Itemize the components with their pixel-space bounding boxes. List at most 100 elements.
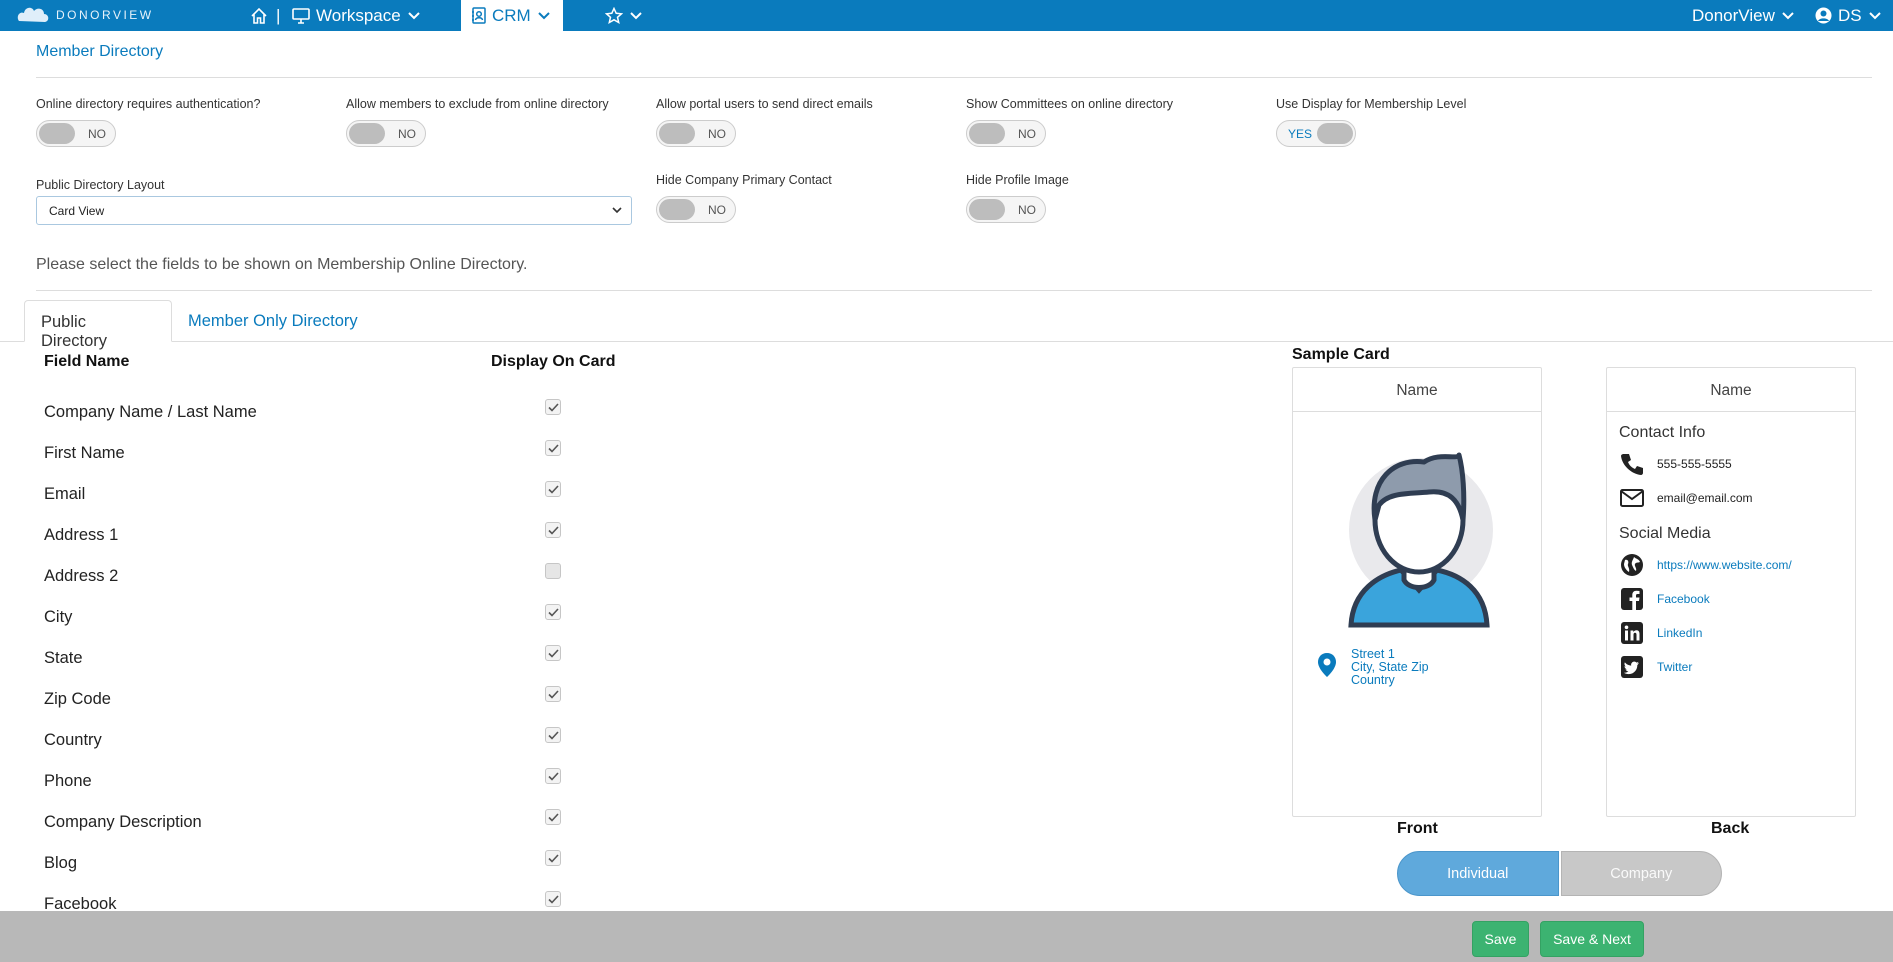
display-checkbox[interactable] [545,522,561,538]
email-item: email@email.com [1619,485,1753,511]
checkmark-icon [547,484,559,494]
field-name: Email [44,485,86,503]
display-checkbox[interactable] [545,727,561,743]
address-line-3: Country [1351,673,1395,687]
table-row: Country [44,722,584,763]
chevron-down-icon [1782,11,1794,19]
exclude-toggle[interactable]: NO [346,120,426,147]
globe-icon [1621,554,1643,576]
checkmark-icon [547,812,559,822]
display-checkbox[interactable] [545,440,561,456]
back-label: Back [1711,820,1750,837]
table-row: Address 1 [44,517,584,558]
setting-exclude: Allow members to exclude from online dir… [346,97,609,147]
linkedin-link[interactable]: LinkedIn [1657,626,1702,640]
website-link[interactable]: https://www.website.com/ [1657,558,1792,572]
twitter-link[interactable]: Twitter [1657,660,1692,674]
field-name: Blog [44,854,78,872]
emails-toggle[interactable]: NO [656,120,736,147]
envelope-icon [1620,489,1644,507]
display-checkbox[interactable] [545,768,561,784]
display-checkbox[interactable] [545,604,561,620]
company-button[interactable]: Company [1560,851,1722,896]
front-label: Front [1397,820,1438,837]
location-pin-icon [1318,653,1336,677]
card-back: Name Contact Info 555-555-5555 email@ema… [1606,367,1856,817]
facebook-link[interactable]: Facebook [1657,592,1710,606]
page-title: Member Directory [36,43,164,60]
committees-toggle[interactable]: NO [966,120,1046,147]
checkmark-icon [547,607,559,617]
divider [36,290,1872,291]
setting-label: Hide Profile Image [966,173,1069,187]
linkedin-icon [1621,622,1643,644]
user-initials: DS [1838,5,1862,25]
setting-label: Public Directory Layout [36,178,165,192]
setting-label: Hide Company Primary Contact [656,173,832,187]
table-row: Blog [44,845,584,886]
checkmark-icon [547,771,559,781]
hide-primary-toggle[interactable]: NO [656,196,736,223]
display-checkbox[interactable] [545,645,561,661]
contact-book-icon [472,7,486,24]
display-checkbox[interactable] [545,850,561,866]
layout-select-value: Card View [49,204,105,218]
logo-icon [17,7,49,23]
crm-label: CRM [492,5,531,25]
footer-bar: Save Save & Next [0,911,1893,962]
chevron-down-icon [612,207,622,214]
setting-committees: Show Committees on online directory NO [966,97,1173,147]
workspace-menu[interactable]: Workspace [292,0,421,31]
display-checkbox[interactable] [545,891,561,907]
field-name: Address 2 [44,567,119,585]
card-type-toggle: Individual Company [1397,851,1722,896]
chevron-down-icon [538,11,550,19]
save-button[interactable]: Save [1472,921,1529,957]
crm-menu[interactable]: CRM [461,0,563,31]
twitter-item: Twitter [1619,654,1692,680]
display-checkbox[interactable] [545,563,561,579]
home-nav[interactable]: | [250,0,280,31]
checkmark-icon [547,443,559,453]
individual-button[interactable]: Individual [1397,851,1559,896]
layout-select[interactable]: Card View [36,196,632,225]
phone-icon [1621,454,1643,475]
top-navbar: DONORVIEW | Workspace CRM DonorView DS [0,0,1893,31]
address-block: Street 1 City, State Zip Country [1317,648,1429,687]
checkmark-icon [547,853,559,863]
column-header-field-name: Field Name [44,353,130,370]
favorites-menu[interactable] [605,0,643,31]
tab-public-directory[interactable]: Public Directory [24,300,172,350]
display-checkbox[interactable] [545,481,561,497]
field-name: Company Name / Last Name [44,403,257,421]
display-checkbox[interactable] [545,686,561,702]
checkmark-icon [547,730,559,740]
account-menu[interactable]: DonorView [1692,0,1795,31]
table-row: City [44,599,584,640]
table-row: Email [44,476,584,517]
user-menu[interactable]: DS [1815,0,1882,31]
setting-label: Online directory requires authentication… [36,97,261,111]
setting-display-level: Use Display for Membership Level YES [1276,97,1466,147]
display-checkbox[interactable] [545,399,561,415]
social-media-heading: Social Media [1619,525,1711,542]
hide-image-toggle[interactable]: NO [966,196,1046,223]
table-row: Company Description [44,804,584,845]
card-name: Name [1293,368,1541,412]
tab-member-only-directory[interactable]: Member Only Directory [172,300,374,342]
instruction-text: Please select the fields to be shown on … [36,256,528,273]
auth-toggle[interactable]: NO [36,120,116,147]
facebook-item: Facebook [1619,586,1710,612]
display-checkbox[interactable] [545,809,561,825]
profile-avatar-icon [1348,452,1493,628]
logo-text: DONORVIEW [56,8,154,22]
nav-separator: | [276,5,281,25]
sample-card-title: Sample Card [1292,346,1390,363]
setting-label: Allow members to exclude from online dir… [346,97,609,111]
checkmark-icon [547,525,559,535]
donorview-logo[interactable]: DONORVIEW [16,5,154,25]
save-next-button[interactable]: Save & Next [1540,921,1644,957]
field-name: First Name [44,444,125,462]
display-level-toggle[interactable]: YES [1276,120,1356,147]
card-front: Name Street 1 City, State Zip Country [1292,367,1542,817]
